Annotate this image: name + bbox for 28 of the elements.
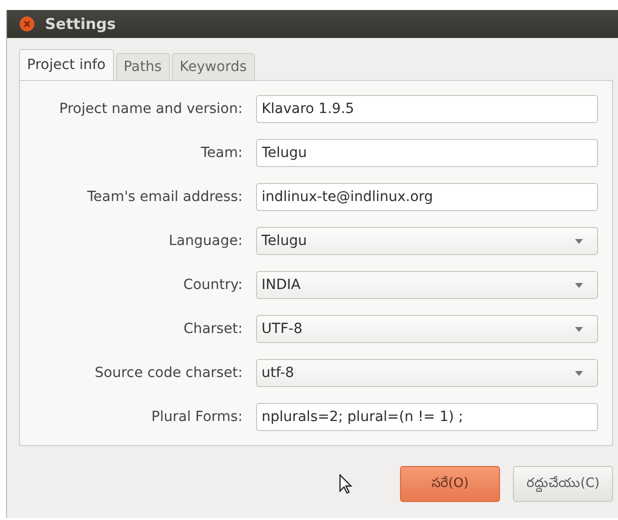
dropdown-arrow-icon: [575, 238, 583, 244]
field-label: Charset:: [182, 321, 243, 337]
text-field[interactable]: indlinux-te@indlinux.org: [256, 183, 598, 211]
field-label: Team's email address:: [86, 189, 243, 205]
field-label: Source code charset:: [94, 365, 243, 381]
field-label: Plural Forms:: [150, 409, 243, 425]
ok-button[interactable]: సరే(O): [400, 466, 500, 502]
field-label: Language:: [168, 233, 243, 249]
dropdown-arrow-icon: [575, 326, 583, 332]
text-field[interactable]: nplurals=2; plural=(n != 1) ;: [256, 403, 598, 431]
cancel-button[interactable]: రద్దుచేయు(C): [513, 466, 613, 502]
field-label: Project name and version:: [58, 101, 243, 117]
dropdown-arrow-icon: [575, 282, 583, 288]
window-title: Settings: [45, 15, 116, 33]
field-label: Country:: [182, 277, 243, 293]
tab[interactable]: Keywords: [172, 53, 255, 80]
tab[interactable]: Paths: [116, 53, 170, 80]
mouse-pointer-icon: [339, 474, 353, 494]
combo-box[interactable]: UTF-8: [256, 315, 598, 343]
field-label: Team:: [200, 145, 243, 161]
close-icon[interactable]: [19, 16, 35, 32]
combo-box[interactable]: utf-8: [256, 359, 598, 387]
combo-box[interactable]: INDIA: [256, 271, 598, 299]
combo-box[interactable]: Telugu: [256, 227, 598, 255]
text-field[interactable]: Klavaro 1.9.5: [256, 95, 598, 123]
text-field[interactable]: Telugu: [256, 139, 598, 167]
dropdown-arrow-icon: [575, 370, 583, 376]
tab[interactable]: Project info: [19, 49, 114, 80]
